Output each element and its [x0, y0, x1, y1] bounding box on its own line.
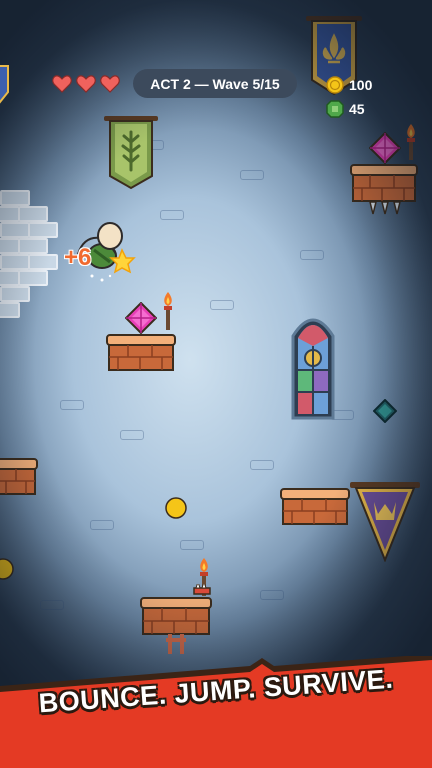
background-brick [180, 540, 204, 550]
brick-platform [350, 164, 418, 215]
background-brick [260, 590, 284, 600]
background-brick [90, 520, 114, 530]
background-brick [60, 400, 84, 410]
torch-icon [164, 292, 172, 330]
pink-gem-icon[interactable] [125, 302, 157, 334]
crown-banner-icon [350, 482, 420, 562]
heart-icon [100, 75, 120, 93]
coin-icon [326, 76, 344, 94]
stained-glass-window [291, 318, 335, 420]
brick-platform [0, 458, 38, 495]
gem-counter: 45 [326, 99, 365, 119]
teal-gem-icon[interactable] [373, 399, 397, 423]
heart-icon [76, 75, 96, 93]
dark-vignette [0, 0, 432, 768]
floating-score-text: +6 [64, 244, 92, 271]
heart-icon [52, 75, 72, 93]
background-brick [120, 430, 144, 440]
coin-counter: 100 [326, 75, 372, 95]
background-brick [300, 250, 324, 260]
stone-wall-patch [0, 190, 60, 320]
coin-icon[interactable] [0, 558, 14, 580]
partial-banner-icon [0, 65, 9, 104]
brick-platform [140, 584, 212, 654]
background-brick [240, 170, 264, 180]
torch-icon [407, 124, 415, 160]
background-brick [210, 300, 234, 310]
coin-count: 100 [349, 77, 373, 93]
background-brick [250, 460, 274, 470]
gem-icon [326, 100, 344, 118]
pink-gem-icon[interactable] [369, 132, 401, 164]
brick-platform [280, 488, 350, 525]
gem-count: 45 [349, 101, 365, 117]
background-brick [160, 210, 184, 220]
game-scene[interactable]: +6 ACT 2 — Wave 5/15 100 45 BOUNCE. JUMP… [0, 0, 432, 768]
coin-icon[interactable] [165, 497, 187, 519]
green-banner-icon [104, 116, 158, 190]
background-brick [40, 600, 64, 610]
brick-platform [106, 334, 176, 371]
wave-indicator: ACT 2 — Wave 5/15 [133, 69, 297, 98]
